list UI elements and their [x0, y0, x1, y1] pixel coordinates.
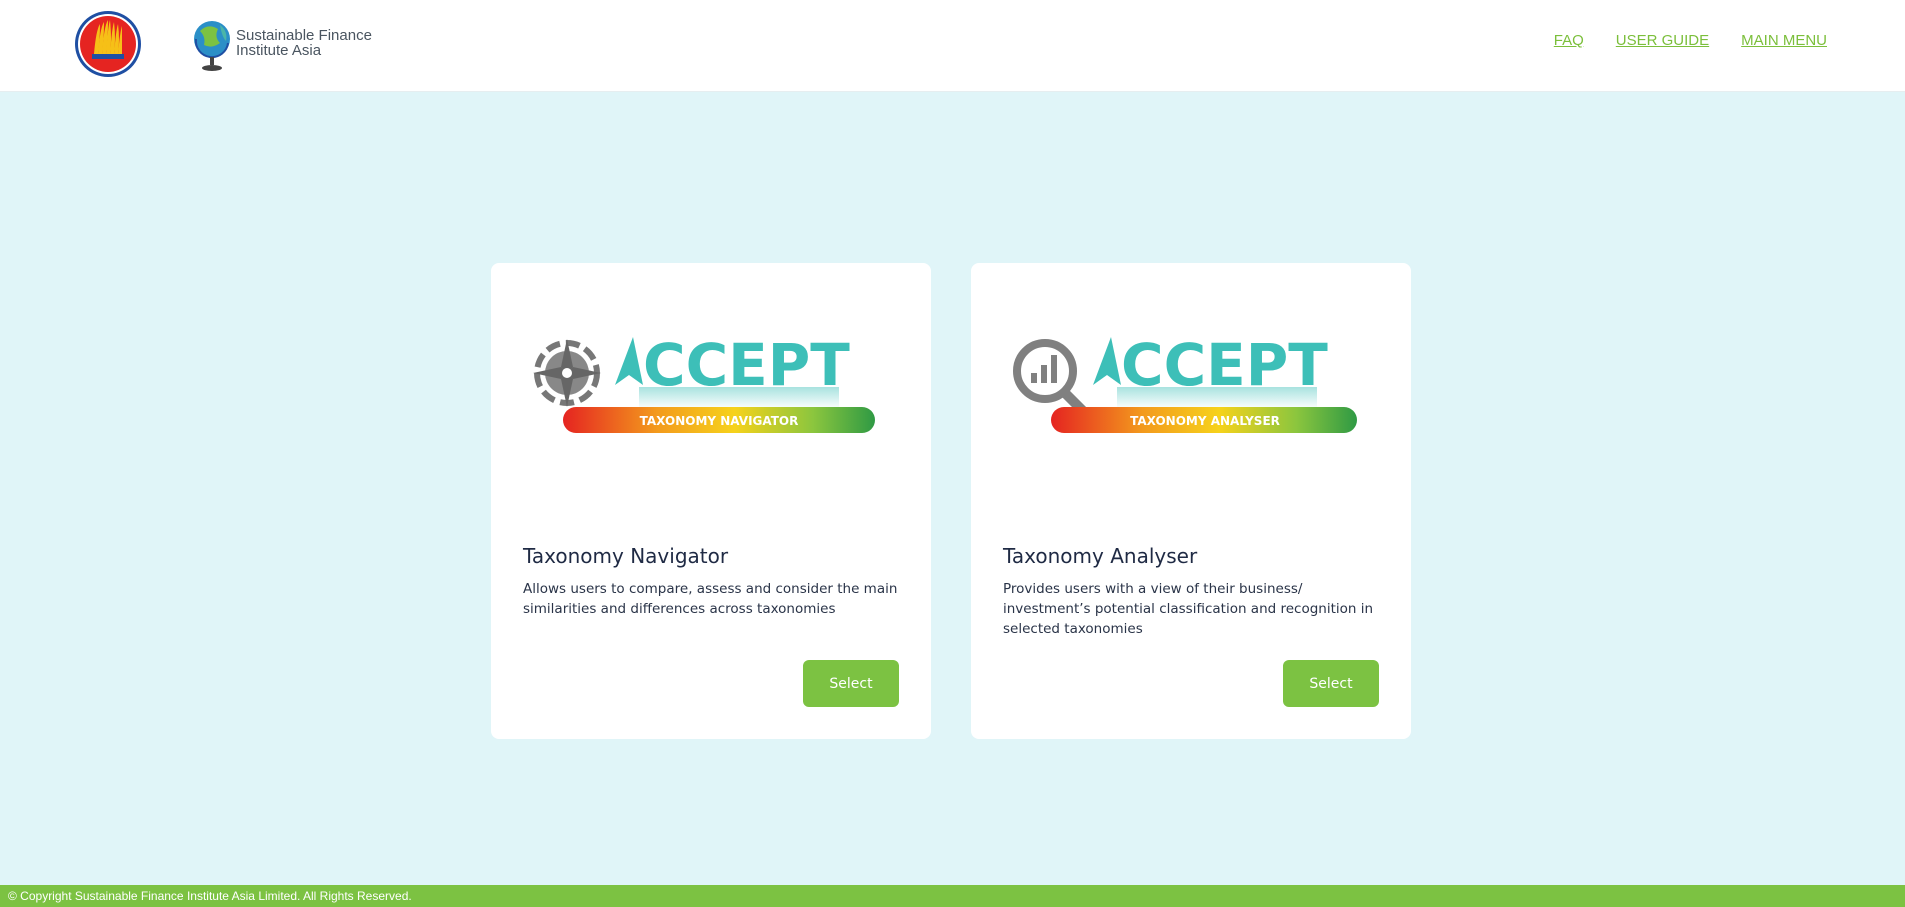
top-header: Sustainable Finance Institute Asia FAQ U… — [0, 0, 1905, 92]
magnifier-chart-icon — [1013, 339, 1090, 418]
globe-icon — [194, 21, 230, 71]
accept-analyser-logo: CCEPT TAXONOMY ANALYSER — [1013, 331, 1357, 433]
sfi-logo-line1: Sustainable Finance — [236, 27, 372, 44]
compass-icon — [533, 339, 601, 407]
card-title: Taxonomy Navigator — [523, 544, 729, 568]
banner-text: TAXONOMY NAVIGATOR — [640, 414, 799, 428]
taxonomy-analyser-card: CCEPT TAXONOMY ANALYSER Taxonomy Analyse… — [971, 263, 1411, 739]
reflection — [639, 387, 839, 409]
nav-faq-link[interactable]: FAQ — [1554, 32, 1584, 49]
taxonomy-navigator-card: CCEPT TAXONOMY NAVIGATOR Taxonomy Naviga… — [491, 263, 931, 739]
nav-user-guide-link[interactable]: USER GUIDE — [1616, 32, 1709, 49]
sfi-logo-line2: Institute Asia — [236, 42, 322, 59]
card-title: Taxonomy Analyser — [1003, 544, 1198, 568]
navigator-select-button[interactable]: Select — [803, 660, 899, 707]
asean-emblem-logo[interactable] — [74, 10, 142, 78]
sfi-logo-text: Sustainable Finance Institute Asia — [236, 28, 372, 58]
analyser-select-button[interactable]: Select — [1283, 660, 1379, 707]
card-description: Provides users with a view of their busi… — [1003, 581, 1374, 637]
sfi-logo[interactable]: Sustainable Finance Institute Asia — [190, 12, 380, 74]
nav-main-menu-link[interactable]: MAIN MENU — [1741, 32, 1827, 49]
banner-text: TAXONOMY ANALYSER — [1130, 414, 1280, 428]
accept-navigator-logo: CCEPT TAXONOMY NAVIGATOR — [533, 331, 875, 433]
top-nav: FAQ USER GUIDE MAIN MENU — [1554, 32, 1827, 49]
footer: © Copyright Sustainable Finance Institut… — [0, 885, 1905, 907]
accept-a-glyph — [1093, 337, 1121, 385]
reflection — [1117, 387, 1317, 409]
accept-a-glyph — [615, 337, 643, 385]
footer-copyright: © Copyright Sustainable Finance Institut… — [8, 889, 412, 903]
card-description: Allows users to compare, assess and cons… — [523, 581, 898, 617]
